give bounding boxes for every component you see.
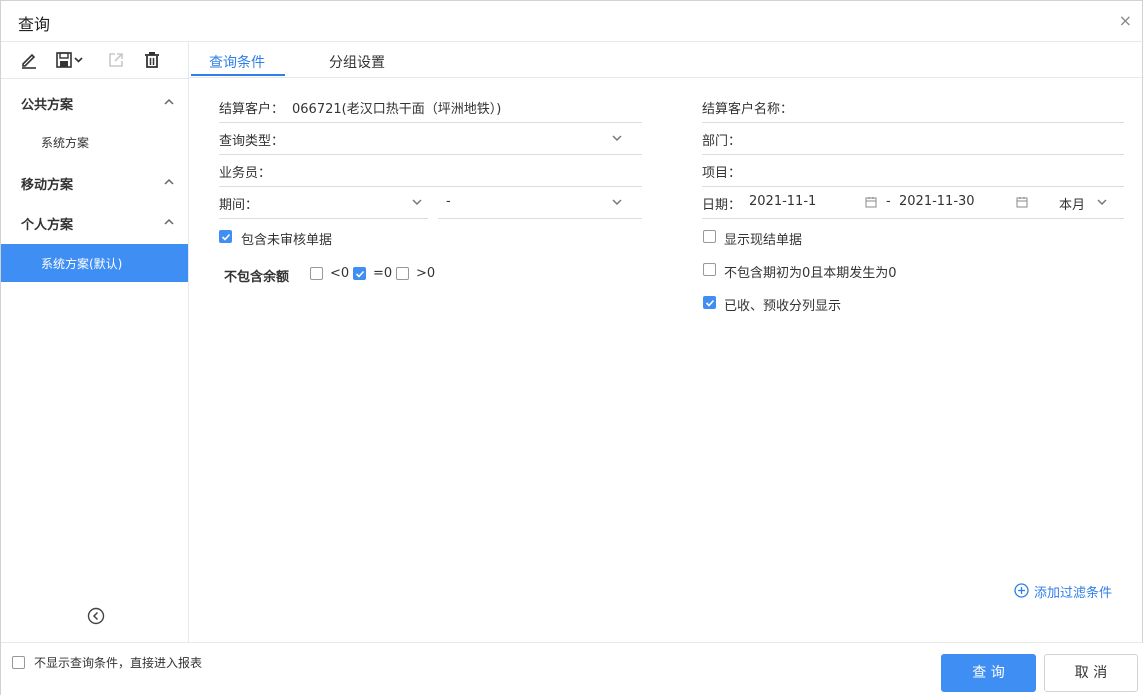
scheme-item-system[interactable]: 系统方案 <box>1 123 188 161</box>
balance-lt-zero-checkbox[interactable] <box>310 267 323 280</box>
department-field[interactable]: 部门： <box>702 122 1124 155</box>
add-filter-label: 添加过滤条件 <box>1034 586 1113 601</box>
chevron-up-icon <box>164 178 174 185</box>
collapse-sidebar-icon[interactable] <box>87 607 105 625</box>
tab-bar: 查询条件 分组设置 <box>189 42 1144 78</box>
scheme-toolbar <box>1 42 188 79</box>
export-icon[interactable] <box>106 50 126 70</box>
date-preset-select[interactable]: 本月 <box>1059 194 1085 213</box>
dialog-footer: 不显示查询条件，直接进入报表 查 询 取 消 <box>1 642 1144 697</box>
cancel-button[interactable]: 取 消 <box>1044 654 1138 692</box>
scheme-item-system-default[interactable]: 系统方案(默认) <box>1 244 188 282</box>
dialog-title: 查询 <box>18 15 51 34</box>
split-received-label: 已收、预收分列显示 <box>724 299 842 314</box>
date-separator: - <box>886 194 891 209</box>
group-mobile[interactable]: 移动方案 <box>1 163 188 203</box>
chevron-up-icon <box>164 218 174 225</box>
chevron-down-icon <box>612 135 622 142</box>
check-icon <box>705 299 715 307</box>
salesperson-label: 业务员： <box>219 166 272 181</box>
calendar-icon[interactable] <box>865 196 877 208</box>
tab-query-conditions[interactable]: 查询条件 <box>209 52 265 72</box>
exclude-zero-label: 不包含期初为0且本期发生为0 <box>724 266 897 281</box>
query-button[interactable]: 查 询 <box>941 654 1036 692</box>
calendar-icon[interactable] <box>1016 196 1028 208</box>
date-from-input[interactable]: 2021-11-1 <box>749 194 816 209</box>
customer-label: 结算客户： <box>219 102 285 117</box>
title-bar: 查询 × <box>1 1 1144 42</box>
scheme-sidebar: 公共方案 系统方案 移动方案 个人方案 系统方案(默认) <box>1 42 189 642</box>
balance-gt-zero-label: >0 <box>416 266 436 281</box>
chevron-down-icon[interactable] <box>1096 196 1108 208</box>
chevron-down-icon <box>612 199 622 206</box>
group-public[interactable]: 公共方案 <box>1 83 188 123</box>
department-label: 部门： <box>702 134 742 149</box>
query-dialog: 查询 × 公共方案 系统方案 移动方案 个人方案 系统方案(默认) 查询条件 分… <box>0 0 1144 697</box>
balance-lt-zero-label: <0 <box>330 266 350 281</box>
edit-icon[interactable] <box>19 50 39 70</box>
skip-conditions-label: 不显示查询条件，直接进入报表 <box>34 656 203 670</box>
query-type-label: 查询类型： <box>219 134 285 149</box>
include-unaudited-checkbox[interactable] <box>219 230 232 243</box>
salesperson-field[interactable]: 业务员： <box>219 154 642 187</box>
include-unaudited-label: 包含未审核单据 <box>241 233 333 248</box>
date-range-field: 日期： 2021-11-1 - 2021-11-30 本月 <box>702 186 1124 219</box>
check-icon <box>355 270 365 278</box>
balance-gt-zero-checkbox[interactable] <box>396 267 409 280</box>
group-label: 移动方案 <box>21 178 74 193</box>
query-type-select[interactable]: 查询类型： <box>219 122 642 155</box>
skip-conditions-checkbox[interactable] <box>12 656 25 669</box>
delete-icon[interactable] <box>142 50 162 70</box>
group-personal[interactable]: 个人方案 <box>1 203 188 243</box>
group-label: 公共方案 <box>21 98 74 113</box>
scheme-item-label: 系统方案 <box>41 136 90 150</box>
date-label: 日期： <box>702 198 742 213</box>
save-icon[interactable] <box>55 50 87 70</box>
customer-value[interactable]: 066721(老汉口热干面（坪洲地铁）) <box>292 98 501 117</box>
chevron-down-icon <box>412 199 422 206</box>
add-circle-icon <box>1014 583 1029 598</box>
exclude-balance-label: 不包含余额 <box>224 270 290 285</box>
check-icon <box>221 233 231 241</box>
tab-active-indicator <box>191 74 285 76</box>
show-cash-settled-checkbox[interactable] <box>703 230 716 243</box>
split-received-checkbox[interactable] <box>703 296 716 309</box>
period-label: 期间： <box>219 198 259 213</box>
date-to-input[interactable]: 2021-11-30 <box>899 194 975 209</box>
project-label: 项目： <box>702 166 742 181</box>
chevron-up-icon <box>164 98 174 105</box>
tab-group-settings[interactable]: 分组设置 <box>329 52 385 72</box>
scheme-item-label: 系统方案(默认) <box>41 257 123 271</box>
customer-field[interactable]: 结算客户： 066721(老汉口热干面（坪洲地铁）) <box>219 90 642 123</box>
period-to-select[interactable]: - <box>438 186 642 219</box>
period-separator: - <box>446 194 451 209</box>
exclude-zero-checkbox[interactable] <box>703 263 716 276</box>
balance-eq-zero-checkbox[interactable] <box>353 267 366 280</box>
customer-name-label: 结算客户名称： <box>702 102 794 117</box>
project-field[interactable]: 项目： <box>702 154 1124 187</box>
balance-eq-zero-label: =0 <box>373 266 393 281</box>
customer-name-field[interactable]: 结算客户名称： <box>702 90 1124 123</box>
period-from-select[interactable]: 期间： <box>219 186 428 219</box>
group-label: 个人方案 <box>21 218 74 233</box>
show-cash-settled-label: 显示现结单据 <box>724 233 803 248</box>
close-icon[interactable]: × <box>1119 11 1132 30</box>
